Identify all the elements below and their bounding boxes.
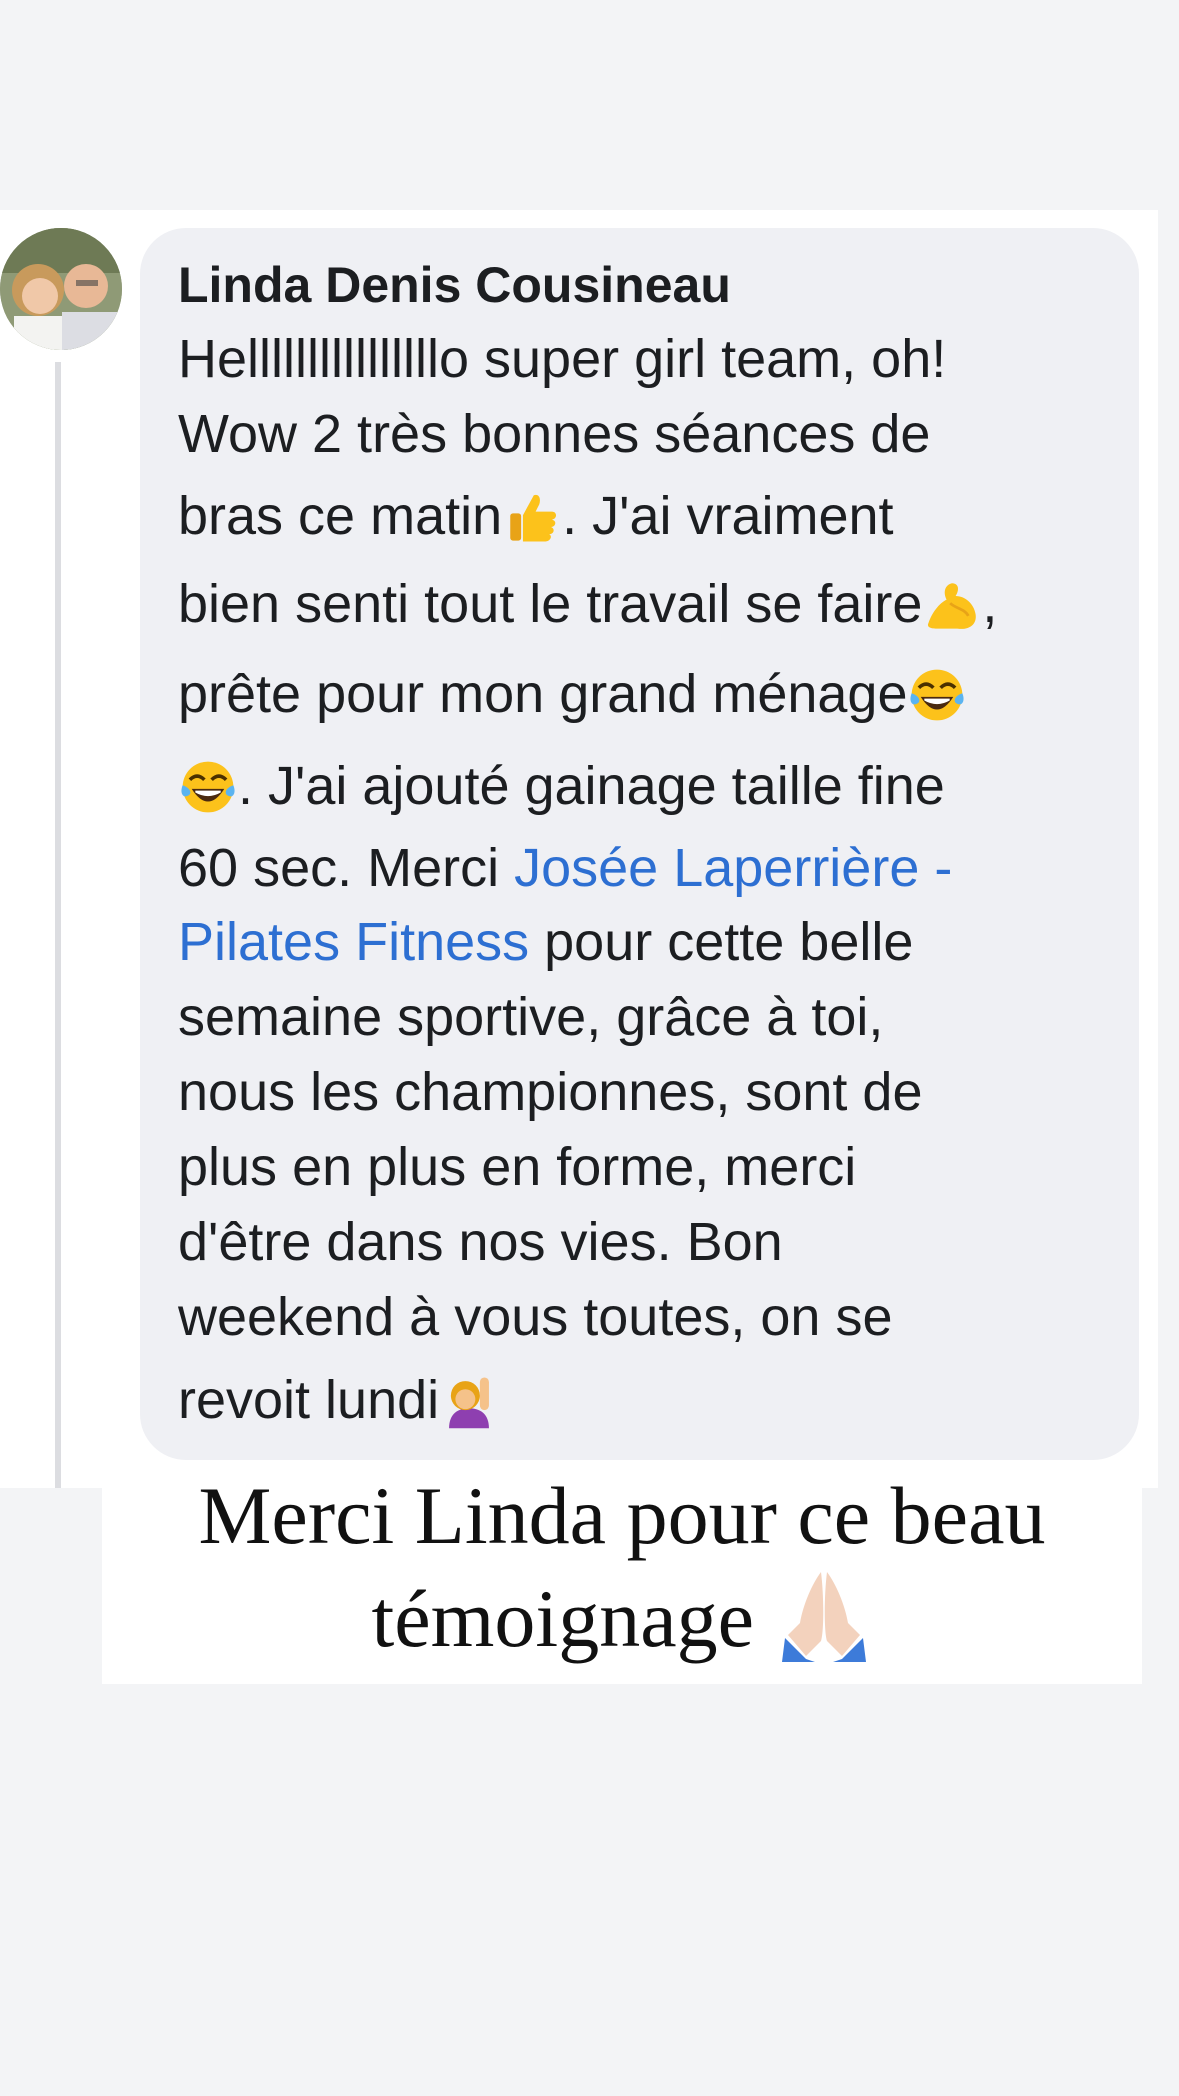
comment-text-line: . J'ai ajouté gainage taille fine <box>178 754 945 818</box>
caption-title: témoignage <box>102 1566 1142 1665</box>
comment-text-line: revoit lundi <box>178 1368 499 1432</box>
avatar[interactable] <box>0 228 122 350</box>
comment-text-line: prête pour mon grand ménage <box>178 662 967 726</box>
comment-text-line: 60 sec. Merci Josée Laperrière - <box>178 838 953 898</box>
person-raising-hand-icon <box>440 1372 498 1430</box>
flexed-biceps-icon <box>923 576 981 634</box>
comment-text-line: semaine sportive, grâce à toi, <box>178 987 884 1047</box>
comment-text-line: bras ce matin . J'ai vraiment <box>178 486 894 546</box>
mention-link[interactable]: Pilates Fitness <box>178 912 529 972</box>
tears-of-joy-icon <box>179 758 237 816</box>
comment-author[interactable]: Linda Denis Cousineau <box>178 254 731 316</box>
comment-text-line: Hellllllllllllllllo super girl team, oh! <box>178 329 947 389</box>
folded-hands-icon <box>776 1566 872 1662</box>
caption-title: Merci Linda pour ce beau <box>198 1470 1046 1561</box>
comment-text-line: nous les championnes, sont de <box>178 1062 923 1122</box>
thread-line <box>55 362 61 1488</box>
mention-link[interactable]: Josée Laperrière - <box>514 838 952 898</box>
comment-text-line: plus en plus en forme, merci <box>178 1137 857 1197</box>
comment-text-line: d'être dans nos vies. Bon <box>178 1212 783 1272</box>
comment-text-line: weekend à vous toutes, on se <box>178 1287 893 1347</box>
comment-text-line: Pilates Fitness pour cette belle <box>178 912 914 972</box>
tears-of-joy-icon <box>908 666 966 724</box>
comment-text-line: bien senti tout le travail se faire , <box>178 574 998 634</box>
thumbs-up-icon <box>503 488 561 546</box>
comment-text-line: Wow 2 très bonnes séances de <box>178 404 931 464</box>
